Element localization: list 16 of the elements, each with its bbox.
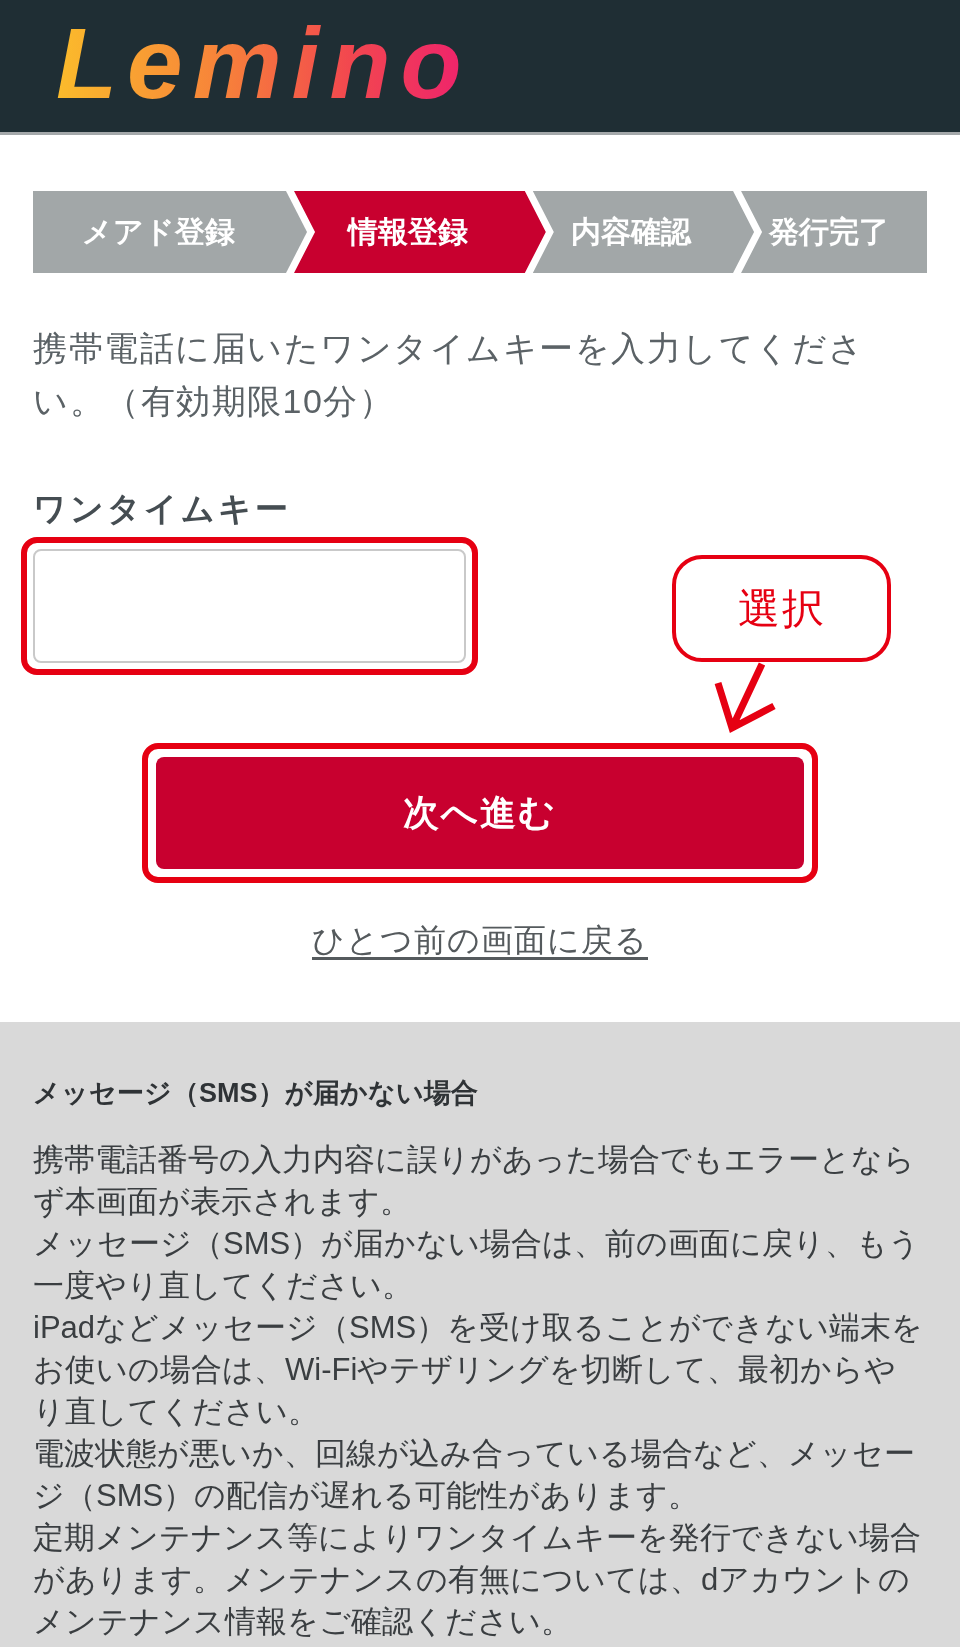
next-button[interactable]: 次へ進む: [156, 757, 804, 869]
help-title: メッセージ（SMS）が届かない場合: [33, 1077, 479, 1110]
instruction-text: 携帯電話に届いたワンタイムキーを入力してください。（有効期限10分）: [33, 328, 866, 422]
progress-step: メアド登録: [33, 191, 307, 273]
help-text: iPadなどメッセージ（SMS）を受け取ることができない端末をお使いの場合は、Wi-Fiやテザリングを切断して、最初からやり直してください。: [33, 1309, 925, 1431]
help-text: 定期メンテナンス等によりワンタイムキーを発行できない場合があります。メンテナンスの有無については、dアカウントのメンテナンス情報をご確認ください。: [33, 1519, 922, 1641]
callout-bubble: 選択: [672, 555, 891, 662]
field-label: ワンタイムキー: [33, 489, 292, 529]
help-text: 携帯電話番号の入力内容に誤りがあった場合でもエラーとならず本画面が表示されます。: [33, 1141, 916, 1221]
help-text: 電波状態が悪いか、回線が込み合っている場合など、メッセージ（SMS）の配信が遅れる可能性があります。: [33, 1435, 916, 1515]
progress-step: 情報登録: [294, 191, 546, 273]
back-link[interactable]: ひとつ前の画面に戻る: [312, 919, 648, 961]
progress-step: 内容確認: [532, 191, 755, 273]
progress-step: 発行完了: [741, 191, 927, 273]
input-field[interactable]: [33, 549, 466, 663]
help-text: メッセージ（SMS）が届かない場合は、前の画面に戻り、もう一度やり直してください。: [33, 1225, 922, 1305]
